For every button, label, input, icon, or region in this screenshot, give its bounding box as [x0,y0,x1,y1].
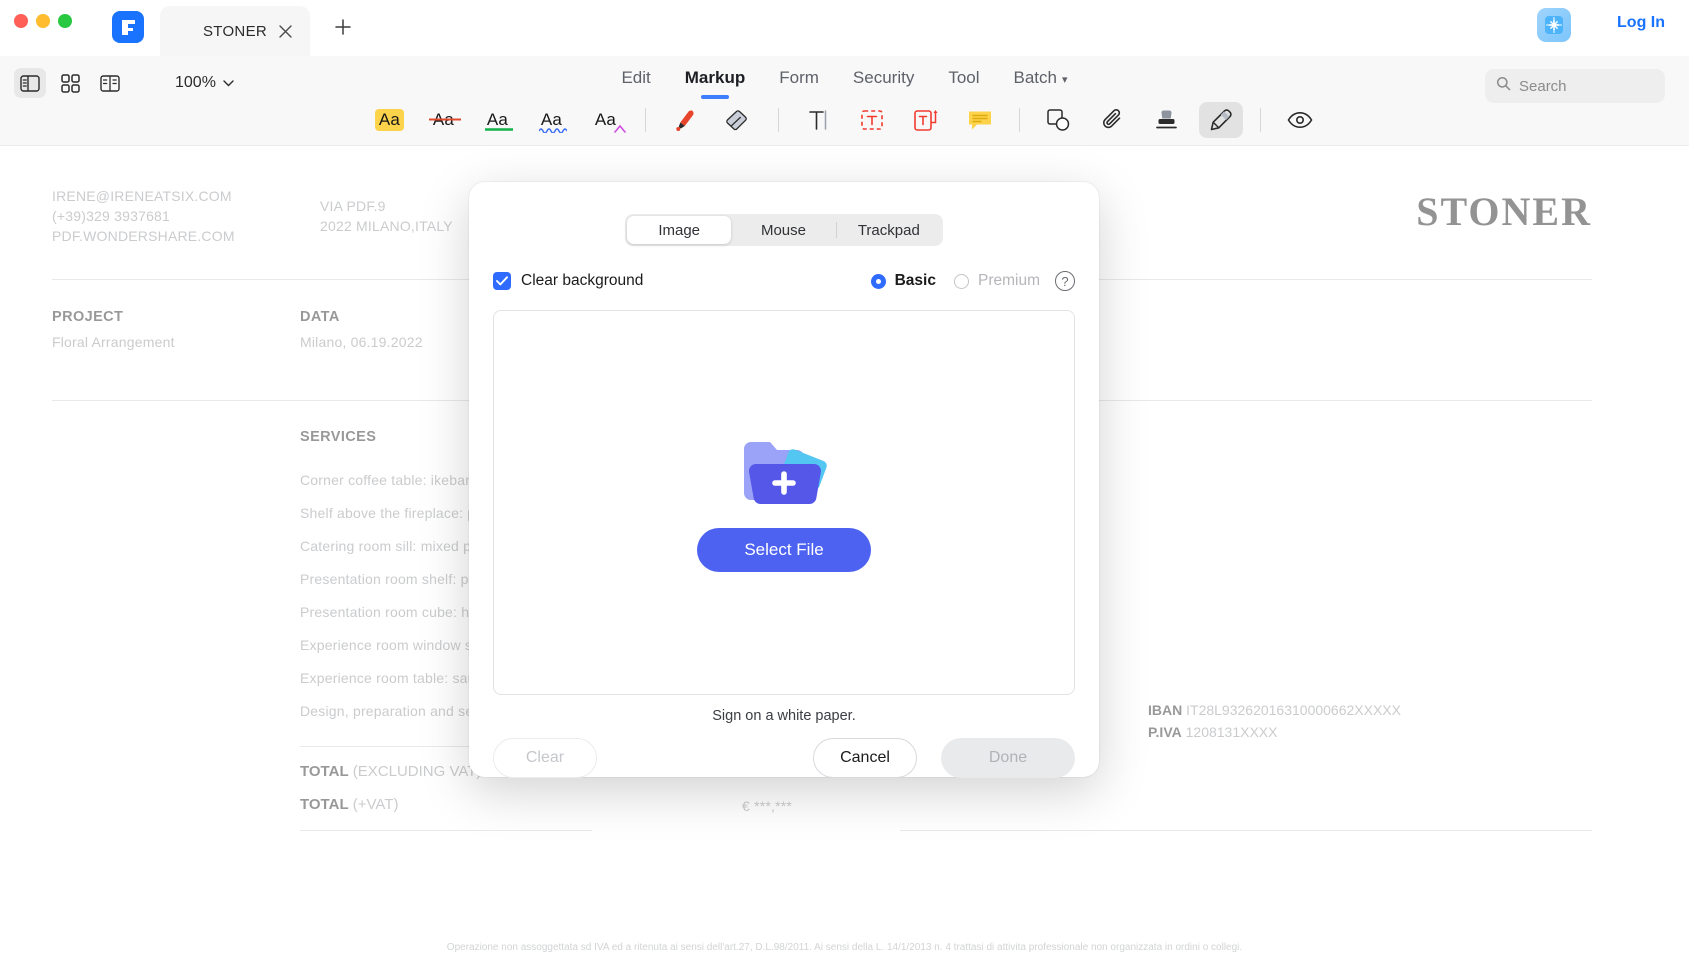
text-callout-icon [912,109,939,132]
highlight-tool-label: Aa [375,109,404,131]
check-icon [496,276,508,286]
menu-item-edit[interactable]: Edit [621,68,650,99]
stamp-tool-button[interactable] [1145,102,1189,138]
tab-title: STONER [203,23,267,40]
wondershare-pdfelement-logo-icon [112,11,144,43]
menu-label: Form [779,68,819,87]
signature-pen-icon [1208,108,1234,133]
close-icon[interactable] [276,22,294,40]
text-cursor-icon [806,108,830,132]
radio-premium-label: Premium [978,272,1040,290]
paperclip-icon [1101,108,1125,132]
select-file-button[interactable]: Select File [697,528,871,572]
attachment-tool-button[interactable] [1091,102,1135,138]
cancel-button[interactable]: Cancel [813,738,917,778]
text-box-tool-button[interactable] [850,102,894,138]
dropzone-hint: Sign on a white paper. [493,708,1075,724]
clear-background-checkbox[interactable] [493,272,511,290]
underline-tool-label: Aa [487,110,508,130]
eye-icon [1287,111,1313,129]
sparkle-gift-icon[interactable] [1537,8,1571,42]
squiggly-tool-label: Aa [541,110,562,130]
search-placeholder: Search [1519,78,1567,95]
maximize-window-button[interactable] [58,14,72,28]
toolbar-divider [778,108,779,132]
highlight-tool-button[interactable]: Aa [368,102,412,138]
file-dropzone[interactable]: Select File [493,310,1075,695]
search-input[interactable]: Search [1485,69,1665,103]
folder-add-icon [738,433,830,512]
marker-pen-icon [672,107,698,133]
quality-radio-group: Basic Premium ? [871,271,1075,291]
menu-item-tool[interactable]: Tool [948,68,979,99]
dialog-actions: Clear Cancel Done [493,738,1075,778]
text-box-icon [859,109,885,131]
done-button[interactable]: Done [941,738,1075,778]
tab-mouse[interactable]: Mouse [731,216,835,244]
window-controls [14,14,72,28]
shapes-tool-button[interactable] [1037,102,1081,138]
title-bar: STONER Log In [0,0,1689,56]
signature-dialog: Image Mouse Trackpad Clear background Ba… [469,182,1099,777]
underline-tool-button[interactable]: Aa [476,102,520,138]
menu-item-markup[interactable]: Markup [685,68,745,99]
menu-label: Edit [621,68,650,87]
toolbar-divider [1019,108,1020,132]
menu-item-form[interactable]: Form [779,68,819,99]
chevron-down-icon: ▾ [1062,74,1068,86]
question-mark-icon[interactable]: ? [1055,271,1075,291]
menu-label: Security [853,68,914,87]
tab-trackpad[interactable]: Trackpad [837,216,941,244]
radio-premium[interactable] [954,274,969,289]
caret-tool-button[interactable]: Aa [584,102,628,138]
shapes-icon [1046,108,1071,132]
menu-label: Batch [1014,68,1057,87]
eraser-icon [725,109,752,131]
options-row: Clear background Basic Premium ? [493,270,1075,292]
preview-comments-button[interactable] [1278,102,1322,138]
document-tab[interactable]: STONER [160,6,310,56]
clear-button[interactable]: Clear [493,738,597,778]
stamp-icon [1154,108,1179,132]
search-icon [1496,76,1511,96]
markup-toolbar: Aa Aa Aa Aa [0,102,1689,138]
signature-tool-button[interactable] [1199,102,1243,138]
application-window: STONER Log In [0,0,1689,963]
radio-basic[interactable] [871,274,886,289]
signature-source-tabs: Image Mouse Trackpad [625,214,943,246]
menu-item-batch[interactable]: Batch ▾ [1014,68,1068,99]
main-menu: Edit Markup Form Security Tool Batch ▾ [0,68,1689,99]
sticky-note-icon [967,108,993,132]
radio-basic-label: Basic [895,272,936,290]
login-button[interactable]: Log In [1617,14,1665,32]
menu-item-security[interactable]: Security [853,68,914,99]
caret-tool-label: Aa [595,110,616,130]
ribbon-bar: 100% Edit Markup Form Security Tool Batc… [0,56,1689,146]
menu-label: Tool [948,68,979,87]
clear-background-label: Clear background [521,272,643,290]
squiggly-tool-button[interactable]: Aa [530,102,574,138]
minimize-window-button[interactable] [36,14,50,28]
pen-marker-tool-button[interactable] [663,102,707,138]
plus-icon[interactable] [330,14,356,40]
strikethrough-tool-label: Aa [433,110,454,130]
sticky-note-tool-button[interactable] [958,102,1002,138]
aa-text: Aa [487,110,508,129]
tab-image[interactable]: Image [627,216,731,244]
close-window-button[interactable] [14,14,28,28]
eraser-tool-button[interactable] [717,102,761,138]
toolbar-divider [1260,108,1261,132]
menu-label: Markup [685,68,745,87]
callout-tool-button[interactable] [904,102,948,138]
text-tool-button[interactable] [796,102,840,138]
toolbar-divider [645,108,646,132]
strikethrough-tool-button[interactable]: Aa [422,102,466,138]
